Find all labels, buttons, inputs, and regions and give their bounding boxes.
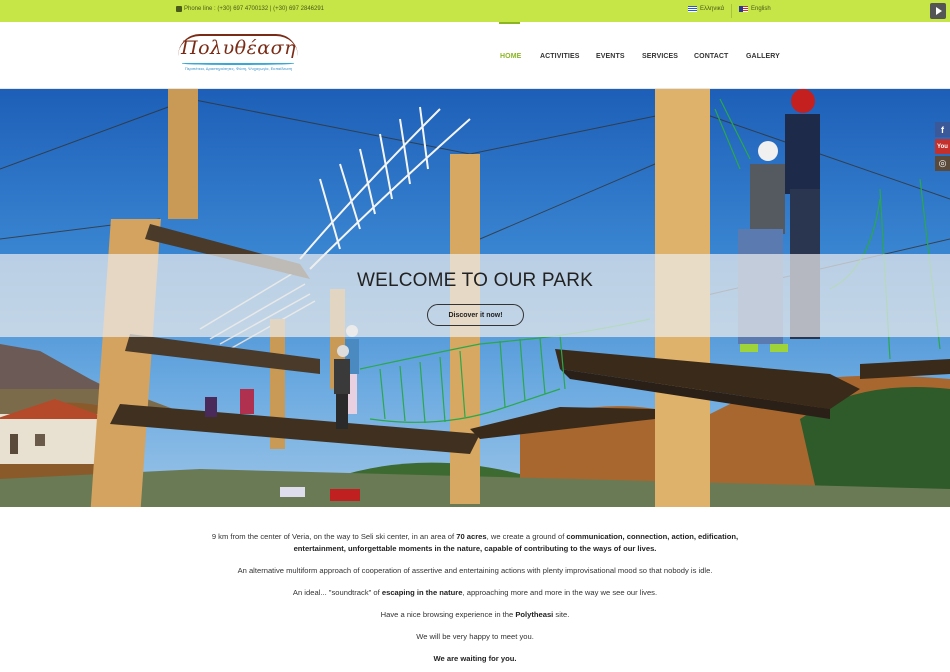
nav-services[interactable]: SERVICES [642,53,678,60]
nav-contact[interactable]: CONTACT [694,53,728,60]
facebook-icon[interactable]: f [935,122,950,137]
language-greek-link[interactable]: Ελληνικά [688,6,724,12]
intro-paragraph-3: An ideal... "soundtrack" of escaping in … [150,587,800,599]
intro-text: site. [553,610,570,619]
intro-text: Have a nice browsing experience in the [380,610,516,619]
phone-text: Phone line : (+30) 697 4700132 | (+30) 6… [184,6,325,12]
nav-events[interactable]: EVENTS [596,53,625,60]
language-english-label: English [751,6,771,12]
logo-wave [182,62,294,65]
intro-text: , approaching more and more in the way w… [462,588,658,597]
intro-emphasis: Polytheasi [515,610,554,619]
us-flag-icon [739,6,748,12]
logo-text: Πολυθέαση [181,37,296,59]
intro-emphasis: escaping in the nature [381,588,463,597]
nav-active-indicator [499,22,520,24]
logo-tagline: Περιπέτεια, Δραστηριότητες, Φύση, Ψυχαγω… [184,66,293,71]
intro-emphasis: communication, connection, action, edifi… [566,532,739,541]
language-divider [731,4,732,18]
intro-emphasis: We are waiting for you. [433,654,517,663]
intro-paragraph-5: We will be very happy to meet you. [416,632,534,641]
youtube-icon[interactable]: You [935,139,950,154]
hero-banner: WELCOME TO OUR PARK Discover it now! [0,89,950,507]
intro-paragraph-1: 9 km from the center of Veria, on the wa… [150,531,800,555]
intro-text: 9 km from the center of Veria, on the wa… [211,532,457,541]
language-english-link[interactable]: English [739,6,771,12]
phone-info: Phone line : (+30) 697 4700132 | (+30) 6… [176,6,324,12]
intro-paragraph-6: We are waiting for you. [150,653,800,665]
phone-icon [176,6,182,12]
play-music-button[interactable] [930,3,946,19]
language-greek-label: Ελληνικά [700,6,725,12]
nav-home[interactable]: HOME [500,53,521,60]
top-bar: Phone line : (+30) 697 4700132 | (+30) 6… [0,0,950,22]
intro-text: , we create a ground of [486,532,567,541]
nav-gallery[interactable]: GALLERY [746,53,780,60]
social-sidebar: f You ◎ [935,122,950,171]
intro-paragraph-4: Have a nice browsing experience in the P… [150,609,800,621]
intro-text: An ideal... "soundtrack" of [292,588,382,597]
intro-paragraph-2: An alternative multiform approach of coo… [237,566,713,575]
intro-emphasis: entertainment, unforgettable moments in … [293,544,657,553]
nav-activities[interactable]: ACTIVITIES [540,53,580,60]
hero-title: WELCOME TO OUR PARK [356,270,594,291]
instagram-icon[interactable]: ◎ [935,156,950,171]
site-logo[interactable]: Πολυθέαση Περιπέτεια, Δραστηριότητες, Φύ… [176,33,301,81]
intro-emphasis: 70 acres [456,532,487,541]
greek-flag-icon [688,6,697,12]
site-header: Πολυθέαση Περιπέτεια, Δραστηριότητες, Φύ… [0,22,950,89]
discover-button[interactable]: Discover it now! [427,304,524,326]
